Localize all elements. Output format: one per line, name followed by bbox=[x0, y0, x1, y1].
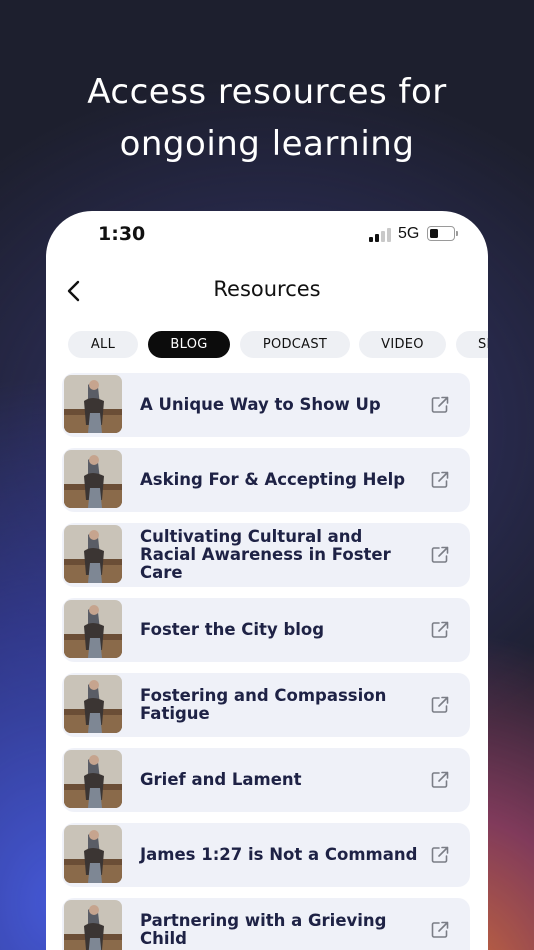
photo-thumbnail bbox=[64, 600, 122, 658]
resource-item[interactable]: Partnering with a Grieving Child bbox=[62, 898, 470, 950]
resource-title: Fostering and Compassion Fatigue bbox=[140, 686, 387, 723]
resource-list: A Unique Way to Show Up Asking For & Acc… bbox=[62, 373, 470, 950]
resource-title: Partnering with a Grieving Child bbox=[140, 911, 387, 948]
resource-title: A Unique Way to Show Up bbox=[140, 395, 381, 414]
chip-podcast[interactable]: PODCAST bbox=[240, 331, 350, 358]
status-bar: 1:30 5G bbox=[46, 211, 488, 257]
signal-icon bbox=[369, 228, 391, 242]
photo-thumbnail bbox=[64, 900, 122, 950]
resource-title: Cultivating Cultural and Racial Awarenes… bbox=[140, 527, 391, 582]
resource-title: James 1:27 is Not a Command bbox=[140, 845, 418, 864]
headline-line-2: ongoing learning bbox=[119, 124, 415, 164]
photo-thumbnail bbox=[64, 675, 122, 733]
external-link-icon[interactable] bbox=[430, 470, 450, 490]
resource-item[interactable]: Asking For & Accepting Help bbox=[62, 448, 470, 512]
external-link-icon[interactable] bbox=[430, 395, 450, 415]
external-link-icon[interactable] bbox=[430, 695, 450, 715]
headline-line-1: Access resources for bbox=[87, 72, 447, 112]
photo-thumbnail bbox=[64, 750, 122, 808]
resource-item[interactable]: Foster the City blog bbox=[62, 598, 470, 662]
photo-thumbnail bbox=[64, 375, 122, 433]
chip-all[interactable]: ALL bbox=[68, 331, 138, 358]
resource-title: Asking For & Accepting Help bbox=[140, 470, 406, 489]
status-time: 1:30 bbox=[98, 223, 146, 245]
resource-item[interactable]: Grief and Lament bbox=[62, 748, 470, 812]
photo-thumbnail bbox=[64, 525, 122, 583]
resource-item[interactable]: Cultivating Cultural and Racial Awarenes… bbox=[62, 523, 470, 587]
network-label: 5G bbox=[398, 225, 420, 242]
resource-item[interactable]: James 1:27 is Not a Command bbox=[62, 823, 470, 887]
resource-item[interactable]: A Unique Way to Show Up bbox=[62, 373, 470, 437]
external-link-icon[interactable] bbox=[430, 620, 450, 640]
chip-video[interactable]: VIDEO bbox=[359, 331, 446, 358]
resource-item[interactable]: Fostering and Compassion Fatigue bbox=[62, 673, 470, 737]
chip-si[interactable]: SI bbox=[456, 331, 488, 358]
phone-screen: 1:30 5G Resources ALL BLOG PODCAST VIDEO… bbox=[46, 211, 488, 950]
resource-title: Foster the City blog bbox=[140, 620, 325, 639]
nav-bar: Resources bbox=[46, 269, 488, 313]
external-link-icon[interactable] bbox=[430, 770, 450, 790]
photo-thumbnail bbox=[64, 450, 122, 508]
external-link-icon[interactable] bbox=[430, 545, 450, 565]
photo-thumbnail bbox=[64, 825, 122, 883]
filter-chips: ALL BLOG PODCAST VIDEO SI bbox=[68, 331, 488, 358]
page-title: Resources bbox=[213, 277, 321, 301]
chip-blog[interactable]: BLOG bbox=[148, 331, 230, 358]
external-link-icon[interactable] bbox=[430, 845, 450, 865]
resource-title: Grief and Lament bbox=[140, 770, 302, 789]
headline: Access resources for ongoing learning bbox=[0, 66, 534, 170]
battery-icon bbox=[427, 226, 459, 241]
external-link-icon[interactable] bbox=[430, 920, 450, 940]
